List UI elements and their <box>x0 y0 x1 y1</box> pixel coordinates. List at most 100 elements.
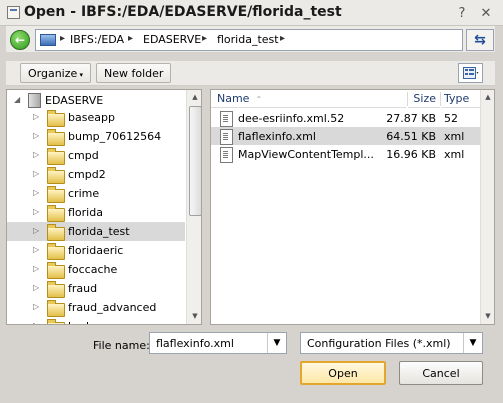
tree-item[interactable]: ▷ floridaeric <box>7 241 185 260</box>
server-icon <box>28 93 41 108</box>
folder-icon <box>47 148 65 165</box>
expand-icon[interactable]: ▷ <box>33 208 41 216</box>
folder-icon <box>47 262 65 279</box>
window-icon <box>7 6 20 19</box>
file-size: 27.87 KB <box>386 112 436 125</box>
column-header-type[interactable]: Type <box>441 90 481 108</box>
close-icon[interactable]: ✕ <box>476 4 496 22</box>
file-type-filter-value: Configuration Files (*.xml) <box>307 337 451 350</box>
folder-icon <box>47 110 65 127</box>
expand-icon[interactable]: ▷ <box>33 151 41 159</box>
scroll-up-icon[interactable]: ▲ <box>189 93 201 101</box>
folder-icon <box>47 300 65 317</box>
chevron-down-icon[interactable]: ▼ <box>463 333 482 353</box>
file-size: 64.51 KB <box>386 130 436 143</box>
tree-item-label: cmpd2 <box>68 168 106 181</box>
expand-icon[interactable]: ▷ <box>33 303 41 311</box>
expand-icon[interactable]: ▷ <box>33 227 41 235</box>
tree-item[interactable]: ▷ cmpd2 <box>7 165 185 184</box>
computer-icon <box>40 34 56 46</box>
expand-icon[interactable]: ▷ <box>33 113 41 121</box>
file-list-scrollbar[interactable]: ▲ ▼ <box>480 90 494 324</box>
expand-icon[interactable]: ▷ <box>33 284 41 292</box>
expand-icon[interactable]: ▷ <box>33 132 41 140</box>
scroll-down-icon[interactable]: ▼ <box>482 312 494 320</box>
tree-scrollbar[interactable]: ▲ ▼ <box>186 90 201 324</box>
expand-icon[interactable]: ▷ <box>33 170 41 178</box>
folder-icon <box>47 319 65 324</box>
breadcrumb-edaserve[interactable]: EDASERVE <box>143 33 201 46</box>
file-type-filter[interactable]: Configuration Files (*.xml) ▼ <box>300 332 483 354</box>
breadcrumb-separator-icon[interactable]: ▸ <box>128 33 133 44</box>
file-list[interactable]: Name ⌃ Size Type dee-esriinfo.xml.52 27.87… <box>210 89 495 325</box>
tree-item-label: fraud <box>68 282 98 295</box>
tree-item[interactable]: ▷ florida_test <box>7 222 185 241</box>
folder-icon <box>47 205 65 222</box>
breadcrumb-separator-icon[interactable]: ▸ <box>280 33 285 44</box>
file-name-field[interactable]: flaflexinfo.xml ▼ <box>149 332 287 354</box>
file-name-label: File name: <box>93 339 150 352</box>
tree-item-label: fraud_advanced <box>68 301 157 314</box>
collapse-icon[interactable]: ◢ <box>14 96 22 104</box>
column-header-size[interactable]: Size <box>408 90 440 108</box>
file-row[interactable]: MapViewContentTempl... 16.96 KB xml <box>211 145 481 163</box>
tree-item-label: floridaeric <box>68 244 124 257</box>
refresh-icon[interactable]: ⇆ <box>466 29 494 51</box>
file-name: dee-esriinfo.xml.52 <box>238 112 345 125</box>
scroll-up-icon[interactable]: ▲ <box>482 93 494 101</box>
tree-item-label: baseapp <box>68 111 115 124</box>
tree-item[interactable]: ▷ crime <box>7 184 185 203</box>
tree-item[interactable]: ▷ bump_70612564 <box>7 127 185 146</box>
tree-item-label: bump_70612564 <box>68 130 162 143</box>
file-size: 16.96 KB <box>386 148 436 161</box>
organize-button[interactable]: Organize ▾ <box>20 63 92 83</box>
breadcrumb-separator-icon[interactable]: ▸ <box>202 33 207 44</box>
file-type: 52 <box>444 112 458 125</box>
tree-item[interactable]: ▷ florida <box>7 203 185 222</box>
file-type: xml <box>444 148 465 161</box>
folder-icon <box>47 186 65 203</box>
chevron-down-icon[interactable]: ▼ <box>267 333 286 353</box>
tree-scroll-thumb[interactable] <box>189 106 201 216</box>
file-name: flaflexinfo.xml <box>238 130 316 143</box>
folder-icon <box>47 243 65 260</box>
new-folder-button[interactable]: New folder <box>96 63 172 83</box>
folder-icon <box>47 129 65 146</box>
folder-icon <box>47 281 65 298</box>
tree-item-label: hnd <box>68 320 89 324</box>
scroll-down-icon[interactable]: ▼ <box>189 312 201 320</box>
file-name-value: flaflexinfo.xml <box>156 337 234 350</box>
back-arrow-icon[interactable]: ← <box>10 30 30 50</box>
folder-icon <box>47 224 65 241</box>
file-name: MapViewContentTempl... <box>238 148 374 161</box>
breadcrumb-ibfs-eda[interactable]: IBFS:/EDA <box>70 33 124 46</box>
help-icon[interactable]: ? <box>452 4 472 22</box>
expand-icon[interactable]: ▷ <box>33 322 41 325</box>
file-icon <box>220 147 233 163</box>
file-row[interactable]: dee-esriinfo.xml.52 27.87 KB 52 <box>211 109 481 127</box>
tree-item-label: florida_test <box>68 225 130 238</box>
open-button[interactable]: Open <box>300 361 386 385</box>
cancel-button[interactable]: Cancel <box>399 361 483 385</box>
folder-icon <box>47 167 65 184</box>
tree-item[interactable]: ▷ cmpd <box>7 146 185 165</box>
expand-icon[interactable]: ▷ <box>33 246 41 254</box>
expand-icon[interactable]: ▷ <box>33 189 41 197</box>
window-title: Open - IBFS:/EDA/EDASERVE/florida_test <box>24 4 342 20</box>
tree-item[interactable]: ▷ foccache <box>7 260 185 279</box>
file-icon <box>220 111 233 127</box>
tree-item[interactable]: ▷ fraud_advanced <box>7 298 185 317</box>
folder-tree[interactable]: ◢ EDASERVE ▷ baseapp ▷ bump_70612564 ▷ cmpd ▷ c… <box>6 89 202 325</box>
file-type: xml <box>444 130 465 143</box>
file-icon <box>220 129 233 145</box>
breadcrumb-florida-test[interactable]: florida_test <box>217 33 279 46</box>
column-header-name[interactable]: Name ⌃ <box>211 90 406 108</box>
tree-item[interactable]: ▷ hnd <box>7 317 185 325</box>
file-row[interactable]: flaflexinfo.xml 64.51 KB xml <box>211 127 481 145</box>
tree-root-label[interactable]: EDASERVE <box>45 94 103 107</box>
tree-item[interactable]: ▷ fraud <box>7 279 185 298</box>
expand-icon[interactable]: ▷ <box>33 265 41 273</box>
breadcrumb-separator-icon[interactable]: ▸ <box>60 33 65 44</box>
view-mode-icon[interactable] <box>458 63 483 83</box>
tree-item[interactable]: ▷ baseapp <box>7 108 185 127</box>
